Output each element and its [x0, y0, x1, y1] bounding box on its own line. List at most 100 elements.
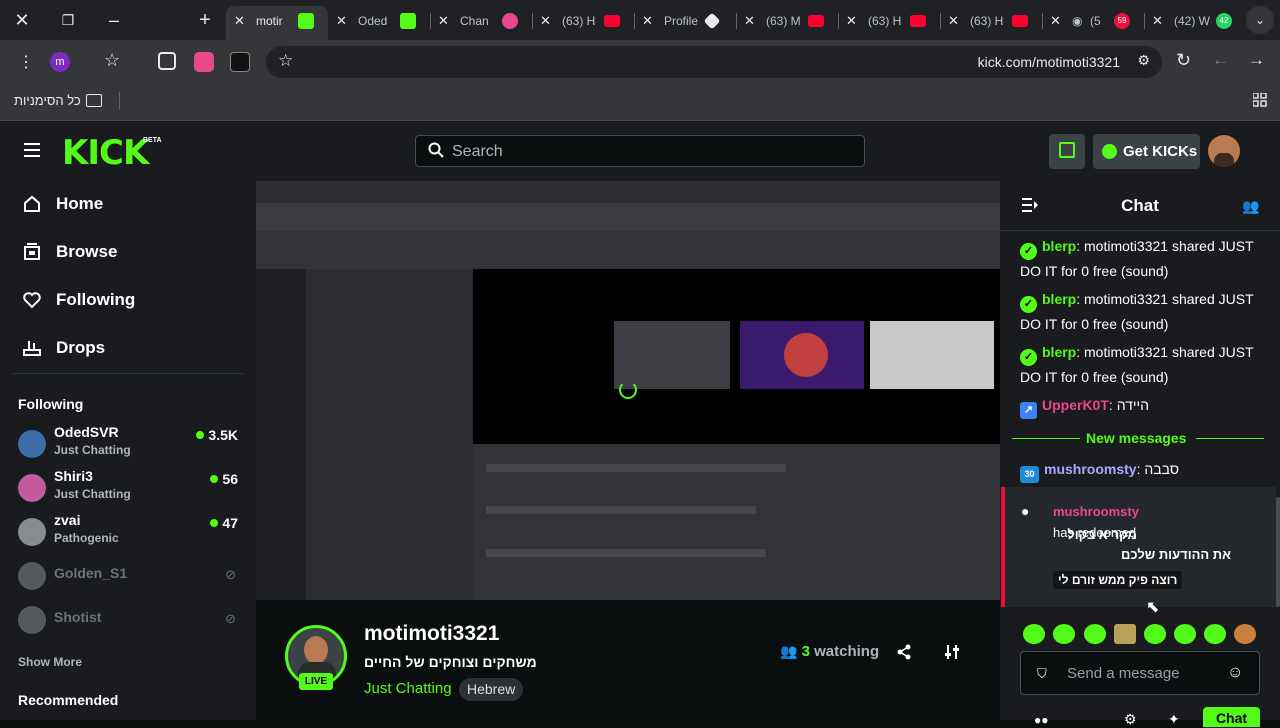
- hamburger-menu-icon[interactable]: [24, 143, 40, 157]
- tab-search-icon[interactable]: ⌄: [1246, 6, 1274, 34]
- browser-tab[interactable]: ✕ motir: [226, 6, 328, 40]
- browser-tab[interactable]: ✕ (63) H: [838, 6, 940, 36]
- chat-message: ✓ blerp: motimoti3321 shared JUST DO IT f…: [1020, 235, 1265, 282]
- chat-username[interactable]: mushroomsty: [1044, 461, 1137, 477]
- emote-icon[interactable]: [1023, 624, 1045, 644]
- emote-icon[interactable]: [1174, 624, 1196, 644]
- sub-months-badge: 30: [1020, 466, 1039, 483]
- points-icon[interactable]: ●●: [1034, 713, 1049, 727]
- browser-tab[interactable]: ✕ (63) H: [940, 6, 1042, 36]
- tab-close-icon[interactable]: ✕: [438, 13, 449, 29]
- tab-title: (63) M: [766, 14, 801, 28]
- show-more-link[interactable]: Show More: [18, 655, 82, 669]
- chat-scrollbar[interactable]: [1276, 497, 1280, 607]
- video-player[interactable]: [256, 181, 1000, 600]
- tab-close-icon[interactable]: ✕: [948, 13, 959, 29]
- dark-extension-icon[interactable]: [230, 52, 250, 72]
- chat-username[interactable]: blerp: [1042, 238, 1076, 254]
- emote-icon[interactable]: [1114, 624, 1136, 644]
- new-messages-label: New messages: [1086, 430, 1187, 446]
- browser-tab[interactable]: ✕ (63) M: [736, 6, 838, 36]
- chat-username[interactable]: blerp: [1042, 344, 1076, 360]
- chat-username[interactable]: blerp: [1042, 291, 1076, 307]
- emote-icon[interactable]: [1084, 624, 1106, 644]
- share-icon[interactable]: [896, 644, 912, 660]
- bookmark-page-star-icon[interactable]: ☆: [278, 51, 293, 71]
- channel-avatar: [18, 562, 46, 590]
- settings-sliders-icon[interactable]: [944, 644, 960, 660]
- drops-button[interactable]: [1049, 134, 1085, 169]
- url-text[interactable]: kick.com/motimoti3321: [978, 54, 1120, 70]
- search-placeholder: Search: [452, 143, 503, 160]
- emote-icon[interactable]: [1204, 624, 1226, 644]
- notification-badge: 59: [1114, 13, 1130, 29]
- emote-icon[interactable]: [1144, 624, 1166, 644]
- followed-channel-offline[interactable]: Shotist ⊘: [18, 600, 240, 640]
- new-tab-icon[interactable]: +: [191, 8, 219, 32]
- browser-tab[interactable]: ✕ (63) H: [532, 6, 634, 36]
- tab-title: (42) W: [1174, 14, 1210, 28]
- chat-username[interactable]: UpperK0T: [1042, 397, 1109, 413]
- extensions-puzzle-icon[interactable]: [158, 52, 176, 70]
- bookmarks-divider: [119, 92, 120, 110]
- close-window-icon[interactable]: ✕: [8, 8, 36, 32]
- browser-tab[interactable]: ✕ (42) W 42: [1144, 6, 1246, 36]
- video-content-block: [256, 231, 1000, 269]
- tab-title: (63) H: [970, 14, 1004, 28]
- gift-icon: [1059, 142, 1075, 158]
- browser-tab[interactable]: ✕ Oded: [328, 6, 430, 36]
- back-arrow-icon[interactable]: ←: [1212, 50, 1229, 70]
- tab-close-icon[interactable]: ✕: [1152, 13, 1163, 29]
- streamer-name[interactable]: motimoti3321: [364, 622, 499, 646]
- tab-close-icon[interactable]: ✕: [744, 13, 755, 29]
- apps-grid-icon[interactable]: [1252, 92, 1267, 107]
- folder-icon[interactable]: [86, 94, 102, 107]
- stream-tag[interactable]: Hebrew: [459, 678, 524, 701]
- reload-icon[interactable]: ↻: [1176, 50, 1191, 71]
- followed-channel[interactable]: OdedSVR Just Chatting 3.5K: [18, 424, 240, 464]
- viewer-count-value: 3.5K: [208, 427, 238, 443]
- emote-icon[interactable]: [1053, 624, 1075, 644]
- new-messages-divider: New messages: [1012, 429, 1264, 447]
- live-dot-icon: [210, 475, 219, 483]
- omnibox[interactable]: ☆ kick.com/motimoti3321 ⚙: [266, 46, 1162, 78]
- emoji-picker-icon[interactable]: ☺: [1227, 664, 1243, 682]
- emote-icon[interactable]: [1234, 624, 1256, 644]
- extension-m-icon[interactable]: m: [50, 52, 70, 72]
- forward-arrow-icon[interactable]: →: [1248, 50, 1265, 70]
- offline-icon: ⊘: [225, 611, 236, 626]
- users-list-icon[interactable]: 👥: [1242, 198, 1259, 215]
- chat-input[interactable]: ⛉ Send a message ☺: [1020, 651, 1260, 695]
- get-kicks-button[interactable]: Get KICKs: [1093, 134, 1200, 169]
- stream-category[interactable]: Just Chatting: [364, 680, 452, 697]
- tab-close-icon[interactable]: ✕: [846, 13, 857, 29]
- followed-channel[interactable]: Shiri3 Just Chatting 56: [18, 468, 240, 508]
- youtube-favicon-icon: [604, 15, 620, 27]
- youtube-favicon-icon: [910, 15, 926, 27]
- search-input[interactable]: Search: [415, 135, 865, 167]
- video-content-block: [486, 506, 756, 514]
- all-bookmarks-label[interactable]: כל הסימניות: [14, 93, 81, 108]
- minimize-window-icon[interactable]: –: [100, 8, 128, 32]
- channel-name: zvai: [54, 512, 81, 528]
- tab-close-icon[interactable]: ✕: [234, 13, 245, 29]
- tab-close-icon[interactable]: ✕: [1050, 13, 1061, 29]
- pink-extension-icon[interactable]: [194, 52, 214, 72]
- user-avatar[interactable]: [1208, 135, 1240, 167]
- send-chat-button[interactable]: Chat: [1203, 707, 1260, 727]
- browser-tab[interactable]: ✕ Profile: [634, 6, 736, 36]
- tab-close-icon[interactable]: ✕: [540, 13, 551, 29]
- browser-tab[interactable]: ✕ Chan: [430, 6, 532, 36]
- restore-window-icon[interactable]: ❐: [54, 8, 82, 32]
- followed-channel[interactable]: zvai Pathogenic 47: [18, 512, 240, 552]
- browser-menu-icon[interactable]: ⋮: [18, 52, 34, 72]
- kick-logo[interactable]: KICK: [62, 133, 149, 173]
- youtube-favicon-icon: [808, 15, 824, 27]
- tab-close-icon[interactable]: ✕: [642, 13, 653, 29]
- tab-close-icon[interactable]: ✕: [336, 13, 347, 29]
- followed-channel-offline[interactable]: Golden_S1 ⊘: [18, 556, 240, 596]
- site-settings-icon[interactable]: ⚙: [1137, 52, 1150, 69]
- browser-tab[interactable]: ✕ ◉ (5 59: [1042, 6, 1144, 36]
- redeem-username[interactable]: mushroomsty: [1053, 504, 1139, 519]
- bookmarks-star-icon[interactable]: ☆: [104, 50, 120, 71]
